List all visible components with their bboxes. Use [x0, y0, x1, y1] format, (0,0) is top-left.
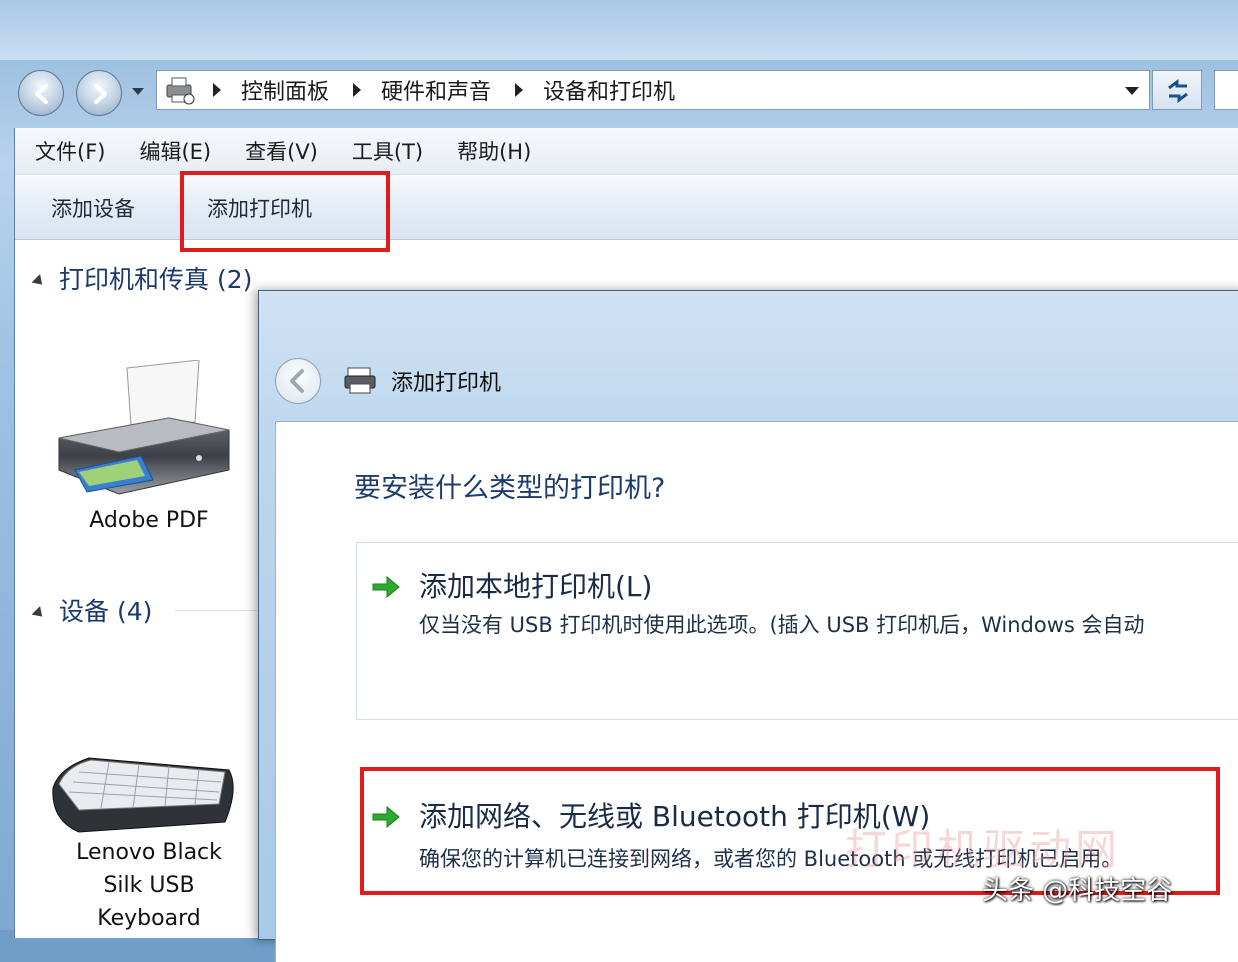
keyboard-label-line: Silk USB	[103, 873, 195, 898]
recent-pages-dropdown[interactable]	[132, 88, 144, 95]
printers-group-title: 打印机和传真 (2)	[59, 265, 253, 294]
back-arrow-icon	[35, 84, 48, 104]
add-local-printer-description: 仅当没有 USB 打印机时使用此选项。(插入 USB 打印机后，Windows …	[419, 613, 1145, 637]
address-history-dropdown[interactable]	[1125, 87, 1139, 95]
add-device-button[interactable]: 添加设备	[51, 193, 135, 223]
menu-edit[interactable]: 编辑(E)	[139, 136, 211, 166]
add-printer-highlight	[180, 171, 390, 252]
printers-group-header[interactable]: 打印机和传真 (2)	[31, 260, 253, 296]
menu-tools[interactable]: 工具(T)	[352, 136, 423, 166]
menu-help[interactable]: 帮助(H)	[457, 136, 531, 166]
breadcrumb-separator	[213, 83, 221, 97]
collapse-triangle-icon	[31, 605, 47, 621]
devices-group-header[interactable]: 设备 (4)	[31, 592, 153, 628]
menu-file[interactable]: 文件(F)	[35, 136, 105, 166]
forward-button[interactable]	[76, 70, 122, 116]
menu-bar: 文件(F) 编辑(E) 查看(V) 工具(T) 帮助(H)	[15, 128, 1238, 175]
devices-group-title: 设备 (4)	[59, 597, 153, 626]
credit-text: 头条 @科技空谷	[982, 876, 1173, 906]
add-local-printer-title: 添加本地打印机(L)	[419, 570, 653, 603]
search-input[interactable]	[1214, 70, 1238, 110]
breadcrumb-hardware-sound[interactable]: 硬件和声音	[381, 74, 491, 106]
menu-view[interactable]: 查看(V)	[245, 136, 318, 166]
printer-icon	[58, 360, 230, 495]
dialog-question: 要安装什么类型的打印机?	[354, 473, 666, 504]
keyboard-label-line: Keyboard	[97, 906, 201, 931]
printer-device-label[interactable]: Adobe PDF	[59, 504, 239, 537]
group-divider	[175, 610, 257, 611]
breadcrumb-control-panel[interactable]: 控制面板	[241, 74, 329, 106]
refresh-icon	[1168, 79, 1188, 103]
breadcrumb-separator	[515, 83, 524, 97]
printer-small-icon	[344, 367, 376, 394]
add-local-printer-option[interactable]: 添加本地打印机(L) 仅当没有 USB 打印机时使用此选项。(插入 USB 打印…	[356, 542, 1238, 720]
devices-printers-icon	[166, 77, 195, 105]
back-arrow-icon	[290, 369, 304, 393]
keyboard-icon	[52, 757, 234, 833]
back-button[interactable]	[18, 70, 64, 116]
keyboard-label-line: Lenovo Black	[76, 840, 222, 865]
address-bar[interactable]: 控制面板 硬件和声音 设备和打印机	[156, 70, 1150, 110]
watermark-text: 打印机驱动网	[845, 825, 1122, 874]
forward-arrow-icon	[94, 84, 107, 104]
breadcrumb-devices-printers[interactable]: 设备和打印机	[543, 74, 675, 106]
breadcrumb-separator	[353, 83, 362, 97]
keyboard-device-label[interactable]: Lenovo Black Silk USB Keyboard	[59, 836, 239, 935]
dialog-back-button[interactable]	[275, 358, 321, 404]
collapse-triangle-icon	[31, 273, 47, 289]
green-arrow-icon	[372, 575, 400, 599]
dialog-header: 添加打印机	[275, 351, 501, 411]
refresh-button[interactable]	[1152, 70, 1202, 110]
dialog-title: 添加打印机	[391, 371, 502, 396]
